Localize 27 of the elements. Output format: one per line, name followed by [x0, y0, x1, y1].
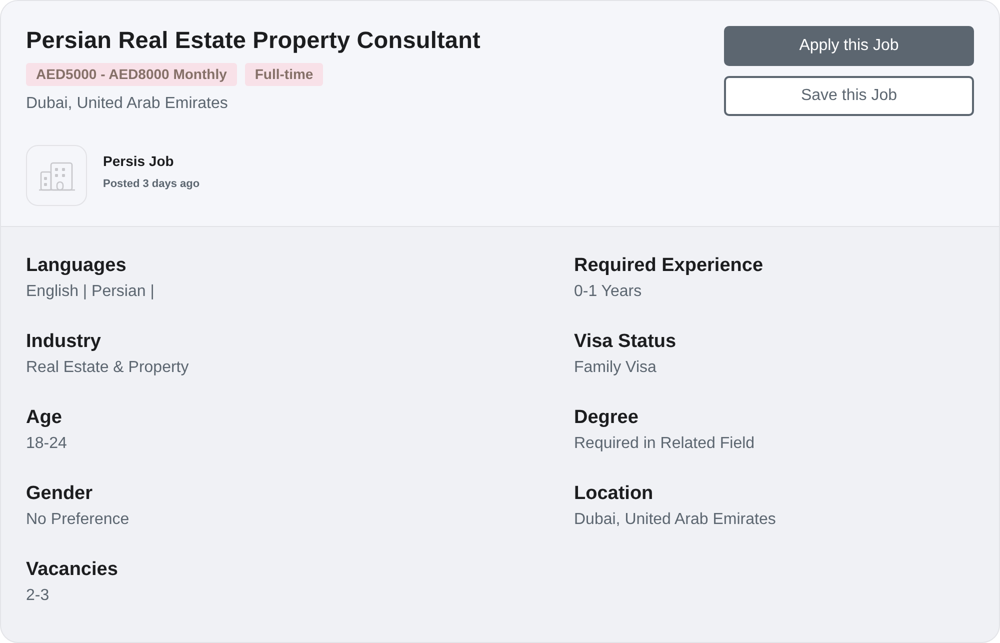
detail-value: English | Persian | — [26, 282, 156, 302]
detail-value: 0-1 Years — [574, 282, 643, 302]
save-button[interactable]: Save this Job — [724, 76, 974, 116]
detail-value: Real Estate & Property — [26, 358, 190, 378]
detail-value: No Preference — [26, 510, 130, 530]
detail-value: 18-24 — [26, 434, 68, 454]
posted-date: Posted 3 days ago — [103, 177, 200, 191]
job-location: Dubai, United Arab Emirates — [26, 94, 229, 114]
job-tag: Full-time — [244, 63, 324, 86]
detail-label: Location — [574, 482, 654, 506]
detail-value: Required in Related Field — [574, 434, 756, 454]
detail-value: Family Visa — [574, 358, 658, 378]
building-icon — [26, 145, 87, 206]
detail-label: Industry — [26, 330, 102, 354]
detail-label: Vacancies — [26, 558, 119, 582]
detail-label: Languages — [26, 254, 128, 278]
apply-button[interactable]: Apply this Job — [724, 26, 974, 66]
detail-label: Required Experience — [574, 254, 764, 278]
company-name: Persis Job — [103, 152, 175, 170]
detail-label: Age — [26, 406, 63, 430]
job-tag: AED5000 - AED8000 Monthly — [26, 63, 237, 86]
job-title: Persian Real Estate Property Consultant — [26, 26, 480, 55]
detail-value: 2-3 — [26, 586, 50, 606]
detail-label: Degree — [574, 406, 640, 430]
detail-label: Gender — [26, 482, 94, 506]
detail-value: Dubai, United Arab Emirates — [574, 510, 777, 530]
detail-label: Visa Status — [574, 330, 678, 354]
